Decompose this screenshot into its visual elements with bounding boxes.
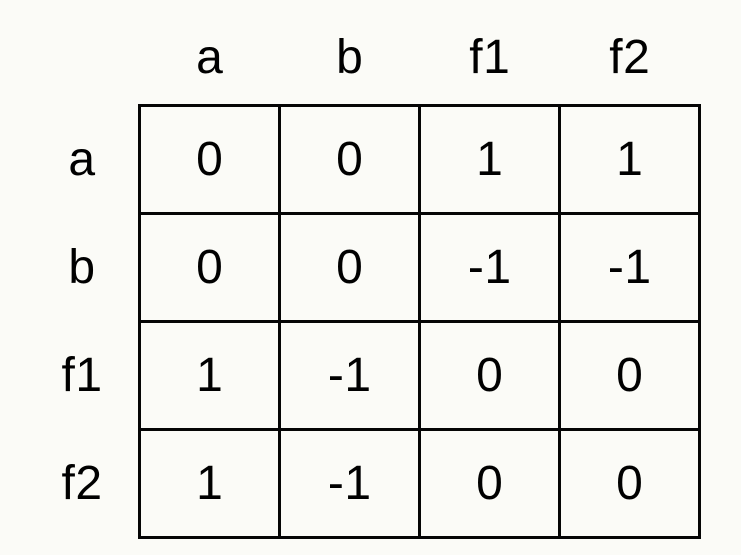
matrix-table: a b f1 f2 a 0 0 1 1 b 0 0 -1 -1 f1 xyxy=(40,16,702,540)
cell-a-f1: 1 xyxy=(420,106,560,214)
col-header-a: a xyxy=(140,16,280,106)
row-header-b: b xyxy=(40,214,140,322)
matrix-table-container: a b f1 f2 a 0 0 1 1 b 0 0 -1 -1 f1 xyxy=(40,16,702,540)
table-row: f1 1 -1 0 0 xyxy=(40,322,700,430)
cell-f2-f1: 0 xyxy=(420,430,560,538)
table-row: b 0 0 -1 -1 xyxy=(40,214,700,322)
cell-f2-a: 1 xyxy=(140,430,280,538)
col-header-f2: f2 xyxy=(560,16,700,106)
cell-f1-b: -1 xyxy=(280,322,420,430)
col-header-b: b xyxy=(280,16,420,106)
cell-b-a: 0 xyxy=(140,214,280,322)
cell-f1-a: 1 xyxy=(140,322,280,430)
cell-f1-f2: 0 xyxy=(560,322,700,430)
cell-a-b: 0 xyxy=(280,106,420,214)
row-header-a: a xyxy=(40,106,140,214)
cell-f2-f2: 0 xyxy=(560,430,700,538)
table-row: a 0 0 1 1 xyxy=(40,106,700,214)
cell-b-f1: -1 xyxy=(420,214,560,322)
cell-f1-f1: 0 xyxy=(420,322,560,430)
cell-a-a: 0 xyxy=(140,106,280,214)
cell-f2-b: -1 xyxy=(280,430,420,538)
row-header-f1: f1 xyxy=(40,322,140,430)
cell-a-f2: 1 xyxy=(560,106,700,214)
cell-b-f2: -1 xyxy=(560,214,700,322)
cell-b-b: 0 xyxy=(280,214,420,322)
row-header-f2: f2 xyxy=(40,430,140,538)
table-row: f2 1 -1 0 0 xyxy=(40,430,700,538)
col-header-f1: f1 xyxy=(420,16,560,106)
corner-cell xyxy=(40,16,140,106)
